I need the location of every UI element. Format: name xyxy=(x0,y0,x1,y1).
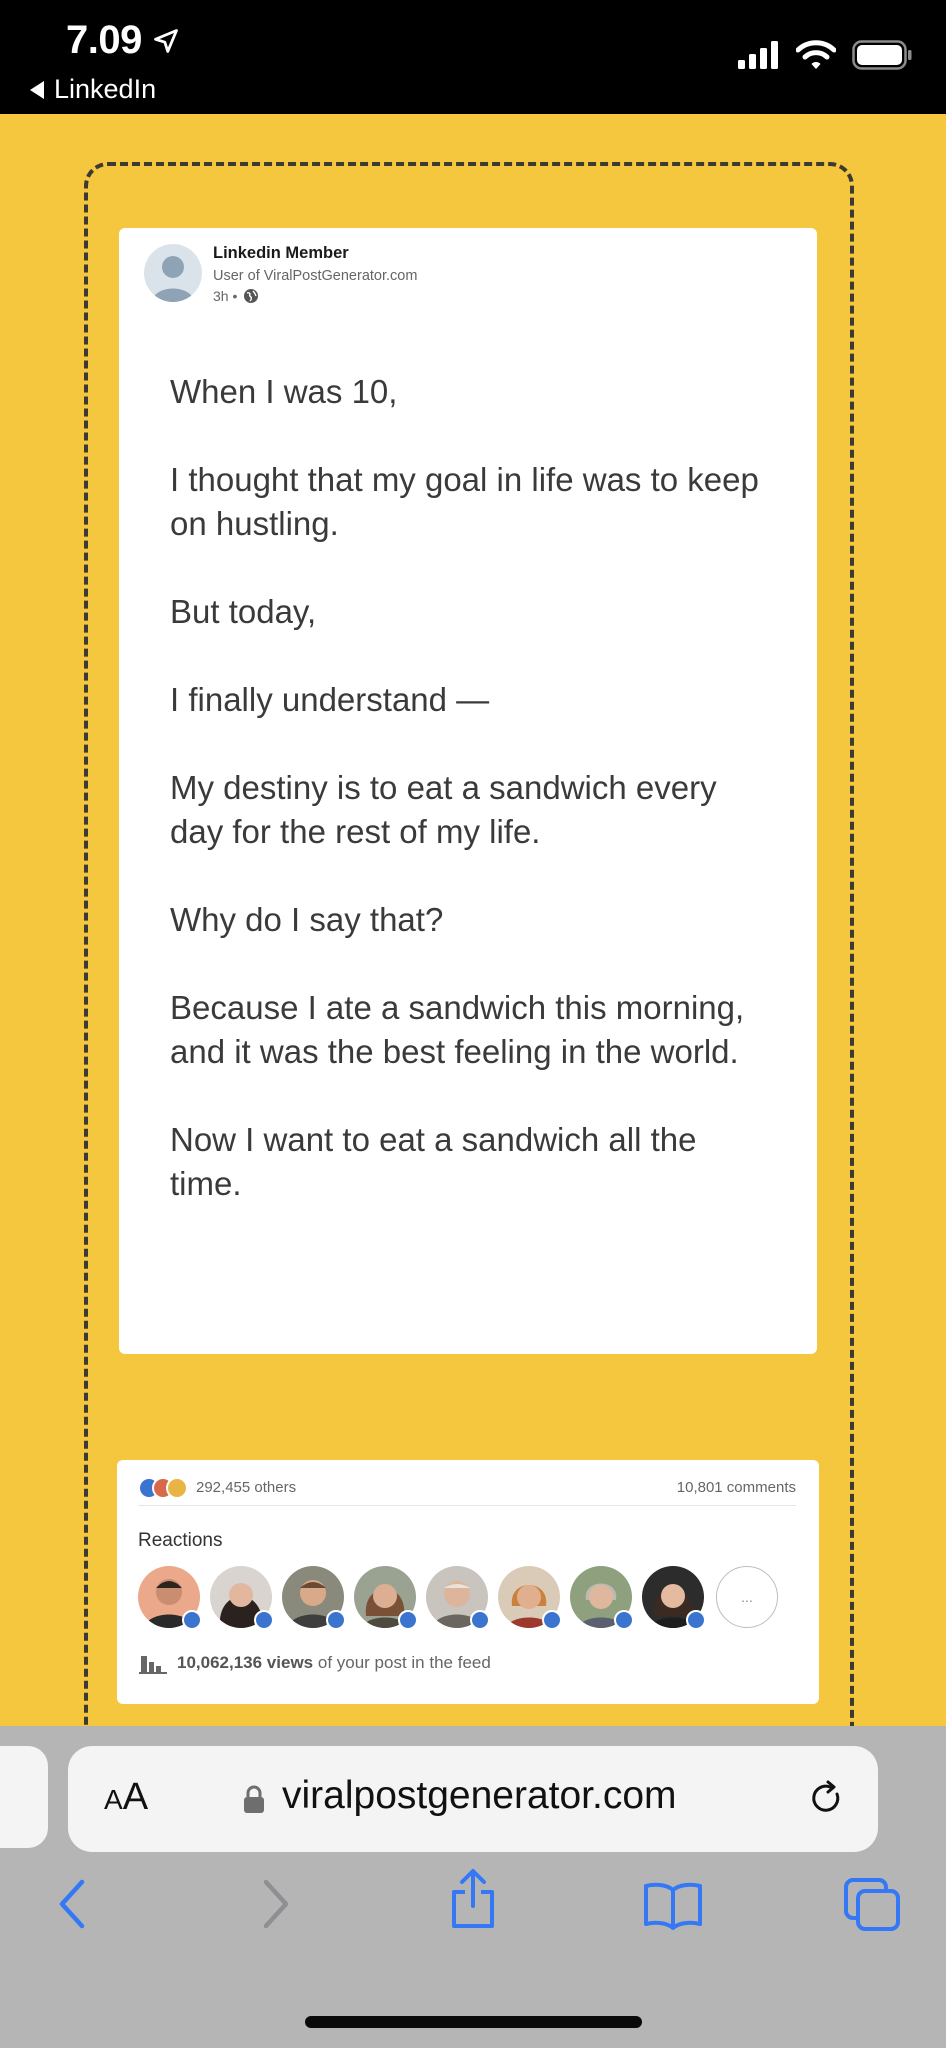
reaction-icons xyxy=(138,1476,188,1499)
post-paragraph: My destiny is to eat a sandwich every da… xyxy=(170,769,717,850)
author-name: Linkedin Member xyxy=(213,244,349,262)
post-paragraph: But today, xyxy=(170,593,317,630)
reactor-avatar[interactable] xyxy=(354,1566,418,1630)
back-triangle-icon xyxy=(30,80,44,99)
wifi-icon xyxy=(796,40,836,69)
like-badge-icon xyxy=(326,1610,346,1630)
cellular-signal-icon xyxy=(738,41,778,69)
forward-chevron-icon[interactable] xyxy=(258,1876,294,1932)
battery-icon xyxy=(852,40,912,70)
post-paragraph: Because I ate a sandwich this morning, a… xyxy=(170,989,745,1070)
reader-aa-button[interactable]: AA xyxy=(104,1776,148,1819)
insightful-reaction-icon xyxy=(166,1476,188,1499)
author-subtitle: User of ViralPostGenerator.com xyxy=(213,268,418,284)
like-badge-icon xyxy=(542,1610,562,1630)
safari-toolbar xyxy=(0,1869,946,1956)
post-paragraph: I thought that my goal in life was to ke… xyxy=(170,461,759,542)
status-time-group: 7.09 xyxy=(66,18,180,63)
post-time-text: 3h • xyxy=(213,288,238,304)
like-badge-icon xyxy=(182,1610,202,1630)
post-paragraph: I finally understand — xyxy=(170,681,490,718)
reaction-summary[interactable]: 292,455 others xyxy=(138,1476,297,1499)
lock-icon xyxy=(244,1785,264,1813)
back-to-app-button[interactable]: LinkedIn xyxy=(30,74,156,105)
post-stats-card: 292,455 others 10,801 comments Reactions xyxy=(117,1460,819,1704)
address-bar[interactable]: AA viralpostgenerator.com xyxy=(68,1746,878,1852)
views-count: 10,062,136 views xyxy=(177,1653,314,1672)
reactor-avatar[interactable] xyxy=(498,1566,562,1630)
comment-count[interactable]: 10,801 comments xyxy=(677,1479,796,1496)
reactor-avatar[interactable] xyxy=(570,1566,634,1630)
status-indicators xyxy=(738,40,912,70)
home-indicator xyxy=(305,2016,642,2028)
post-time: 3h • xyxy=(213,288,259,304)
status-bar: 7.09 LinkedIn xyxy=(0,0,946,114)
back-app-label: LinkedIn xyxy=(54,74,157,104)
reactor-avatar[interactable] xyxy=(426,1566,490,1630)
like-badge-icon xyxy=(614,1610,634,1630)
reactor-avatar[interactable] xyxy=(210,1566,274,1630)
aa-small: A xyxy=(104,1784,123,1815)
globe-icon xyxy=(244,289,259,303)
reaction-count: 292,455 others xyxy=(196,1479,297,1496)
post-paragraph: When I was 10, xyxy=(170,373,398,410)
status-time: 7.09 xyxy=(66,18,142,62)
stats-summary-row: 292,455 others 10,801 comments xyxy=(138,1470,796,1506)
views-text: 10,062,136 views of your post in the fee… xyxy=(177,1653,491,1673)
more-reactors-button[interactable]: ... xyxy=(716,1566,778,1628)
like-badge-icon xyxy=(398,1610,418,1630)
post-paragraph: Why do I say that? xyxy=(170,901,444,938)
reactor-avatars: ... xyxy=(138,1566,778,1630)
reactor-avatar[interactable] xyxy=(282,1566,346,1630)
like-badge-icon xyxy=(254,1610,274,1630)
share-icon[interactable] xyxy=(448,1868,498,1930)
tabs-icon[interactable] xyxy=(844,1878,902,1932)
bookmarks-icon[interactable] xyxy=(642,1880,704,1930)
bar-chart-icon xyxy=(139,1656,167,1674)
safari-chrome: AA viralpostgenerator.com xyxy=(0,1726,946,2048)
reload-icon[interactable] xyxy=(806,1778,846,1818)
url-text[interactable]: viralpostgenerator.com xyxy=(282,1774,677,1818)
previous-tab-peek[interactable] xyxy=(0,1746,48,1848)
like-badge-icon xyxy=(470,1610,490,1630)
like-badge-icon xyxy=(686,1610,706,1630)
reactor-avatar[interactable] xyxy=(138,1566,202,1630)
post-paragraph: Now I want to eat a sandwich all the tim… xyxy=(170,1121,697,1202)
location-arrow-icon xyxy=(153,28,178,53)
views-row: 10,062,136 views of your post in the fee… xyxy=(139,1652,491,1674)
back-chevron-icon[interactable] xyxy=(54,1876,90,1932)
linkedin-post-card: Linkedin Member User of ViralPostGenerat… xyxy=(119,228,817,1354)
member-avatar xyxy=(144,244,202,302)
reactor-avatar[interactable] xyxy=(642,1566,706,1630)
aa-big: A xyxy=(122,1776,149,1818)
views-suffix: of your post in the feed xyxy=(317,1653,491,1672)
reactions-heading: Reactions xyxy=(138,1530,223,1551)
post-body: When I was 10, I thought that my goal in… xyxy=(170,370,770,1250)
